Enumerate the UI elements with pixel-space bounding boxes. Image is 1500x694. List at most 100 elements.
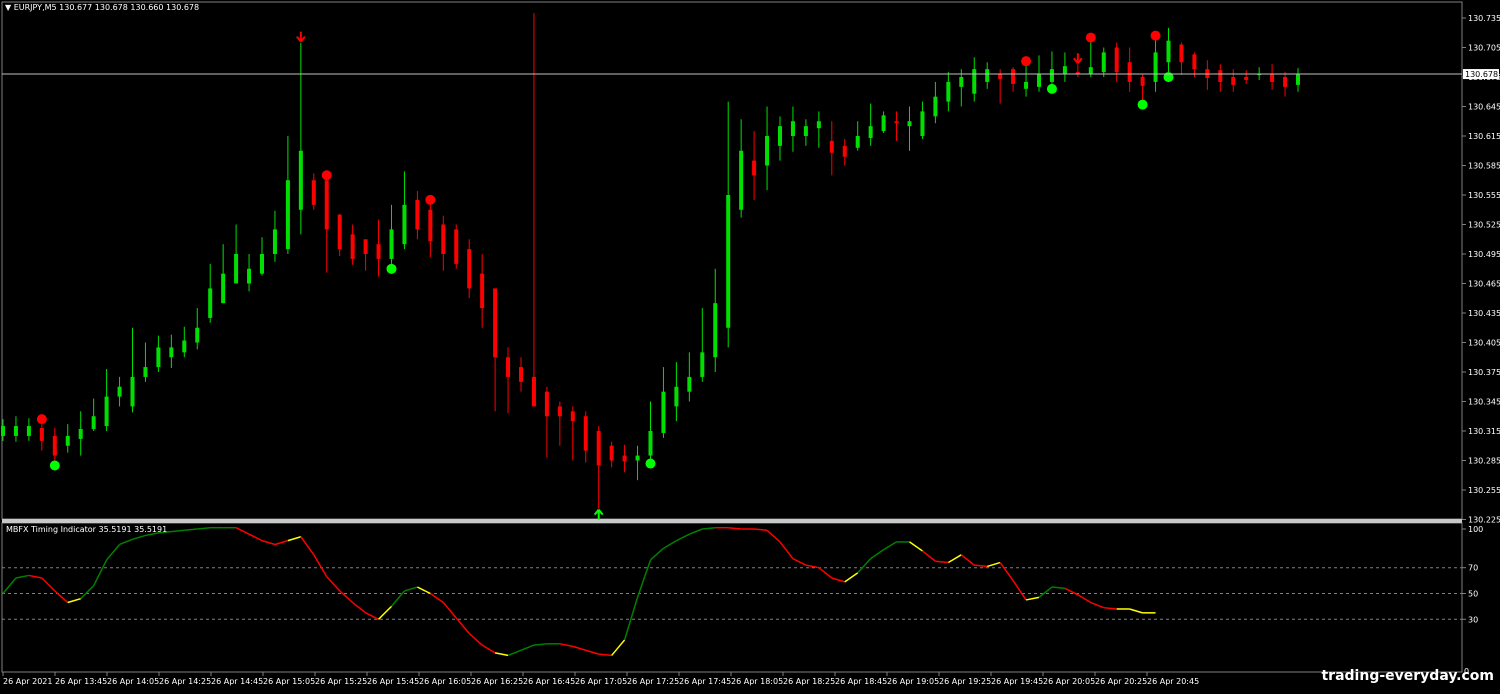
- sell-signal-dot: [321, 170, 332, 181]
- bear-candle: [1283, 77, 1288, 87]
- buy-signal-dot: [49, 460, 60, 471]
- price-tick-label: 130.525: [1468, 221, 1500, 230]
- bull-candle: [298, 150, 303, 210]
- sell-signal-dot: [425, 194, 436, 205]
- bear-candle: [480, 273, 485, 309]
- bull-candle: [1, 426, 5, 436]
- price-tick-label: 130.285: [1468, 457, 1500, 466]
- chart-canvas[interactable]: 130.735130.705130.675130.645130.615130.5…: [0, 0, 1500, 690]
- time-tick-label: 26 Apr 14:25: [159, 677, 211, 686]
- bear-candle: [376, 244, 381, 259]
- time-tick-label: 26 Apr 19:45: [991, 677, 1043, 686]
- price-tick-label: 130.495: [1468, 250, 1500, 259]
- time-tick-label: 26 Apr 16:25: [471, 677, 523, 686]
- bull-candle: [713, 303, 718, 358]
- time-tick-label: 26 Apr 18:45: [835, 677, 887, 686]
- triangle-down-icon[interactable]: ▼: [5, 3, 11, 12]
- bear-candle: [531, 376, 536, 407]
- time-tick-label: 26 Apr 17:45: [679, 677, 731, 686]
- price-tick-label: 130.255: [1468, 486, 1500, 495]
- sell-signal-dot: [1021, 56, 1032, 67]
- indicator-tick-label: 50: [1468, 590, 1478, 599]
- trading-chart[interactable]: 130.735130.705130.675130.645130.615130.5…: [0, 0, 1500, 690]
- time-tick-label: 26 Apr 20:05: [1043, 677, 1095, 686]
- bear-candle: [1218, 70, 1223, 82]
- price-tick-label: 130.405: [1468, 339, 1500, 348]
- bear-candle: [570, 411, 575, 422]
- time-tick-label: 26 Apr 14:05: [107, 677, 159, 686]
- bear-candle: [467, 249, 472, 289]
- time-tick-label: 26 Apr 20:25: [1095, 677, 1147, 686]
- bull-candle: [13, 426, 18, 436]
- bull-candle: [816, 121, 821, 129]
- indicator-header: MBFX Timing Indicator 35.5191 35.5191: [6, 525, 168, 534]
- bull-candle: [920, 111, 925, 136]
- bull-candle: [234, 254, 239, 284]
- chart-background: [0, 0, 1500, 690]
- bull-candle: [195, 327, 200, 343]
- bull-candle: [1296, 74, 1300, 85]
- time-tick-label: 26 Apr 2021: [3, 677, 52, 686]
- bull-candle: [117, 386, 122, 397]
- price-tick-label: 130.555: [1468, 191, 1500, 200]
- chart-header: ▼ EURJPY,M5 130.677 130.678 130.660 130.…: [5, 3, 199, 12]
- bear-candle: [1114, 47, 1119, 73]
- time-tick-label: 26 Apr 17:05: [575, 677, 627, 686]
- indicator-tick-label: 70: [1468, 564, 1478, 573]
- buy-signal-dot: [1046, 83, 1057, 94]
- bull-candle: [907, 121, 912, 127]
- sell-signal-dot: [1085, 32, 1096, 43]
- price-tick-label: 130.705: [1468, 44, 1500, 53]
- bull-candle: [272, 229, 277, 254]
- time-tick-label: 26 Apr 16:45: [523, 677, 575, 686]
- time-tick-label: 26 Apr 16:05: [419, 677, 471, 686]
- time-tick-label: 26 Apr 20:45: [1147, 677, 1199, 686]
- symbol-label: EURJPY,M5: [13, 3, 57, 12]
- bull-candle: [778, 126, 782, 146]
- bull-candle: [1101, 52, 1106, 73]
- bull-candle: [169, 347, 174, 358]
- price-tick-label: 130.465: [1468, 280, 1500, 289]
- bull-candle: [674, 386, 679, 407]
- bull-candle: [1037, 74, 1041, 87]
- bull-candle: [260, 254, 264, 274]
- bull-candle: [972, 69, 977, 94]
- bull-candle: [635, 455, 640, 461]
- buy-signal-dot: [645, 458, 656, 469]
- price-tick-label: 130.435: [1468, 309, 1500, 318]
- watermark-text: trading-everyday.com: [1321, 668, 1494, 684]
- bull-candle: [130, 376, 135, 407]
- bear-candle: [544, 391, 549, 417]
- bull-candle: [182, 340, 187, 353]
- bull-candle: [855, 136, 860, 148]
- bull-candle: [285, 180, 290, 250]
- bull-candle: [247, 268, 252, 284]
- bull-candle: [803, 126, 808, 136]
- bear-candle: [752, 160, 757, 176]
- bull-candle: [985, 69, 990, 82]
- bear-candle: [894, 121, 899, 124]
- bear-candle: [557, 406, 562, 417]
- bull-candle: [933, 96, 938, 117]
- bear-candle: [1231, 77, 1236, 85]
- bear-candle: [441, 224, 446, 254]
- bull-candle: [790, 121, 795, 136]
- bear-candle: [1011, 69, 1016, 84]
- bear-candle: [493, 288, 498, 358]
- bear-candle: [583, 416, 588, 451]
- bull-candle: [221, 273, 226, 304]
- bull-candle: [91, 416, 96, 430]
- bull-candle: [1062, 66, 1067, 75]
- current-price-label: 130.678: [1465, 70, 1498, 79]
- bear-candle: [998, 74, 1003, 79]
- bear-candle: [52, 435, 57, 456]
- price-tick-label: 130.345: [1468, 398, 1500, 407]
- price-tick-label: 130.735: [1468, 14, 1500, 23]
- bull-candle: [104, 396, 109, 427]
- time-tick-label: 26 Apr 19:25: [939, 677, 991, 686]
- bear-candle: [622, 455, 627, 462]
- bull-candle: [208, 288, 213, 318]
- bear-candle: [454, 229, 459, 264]
- time-tick-label: 26 Apr 18:05: [731, 677, 783, 686]
- bull-candle: [868, 126, 873, 138]
